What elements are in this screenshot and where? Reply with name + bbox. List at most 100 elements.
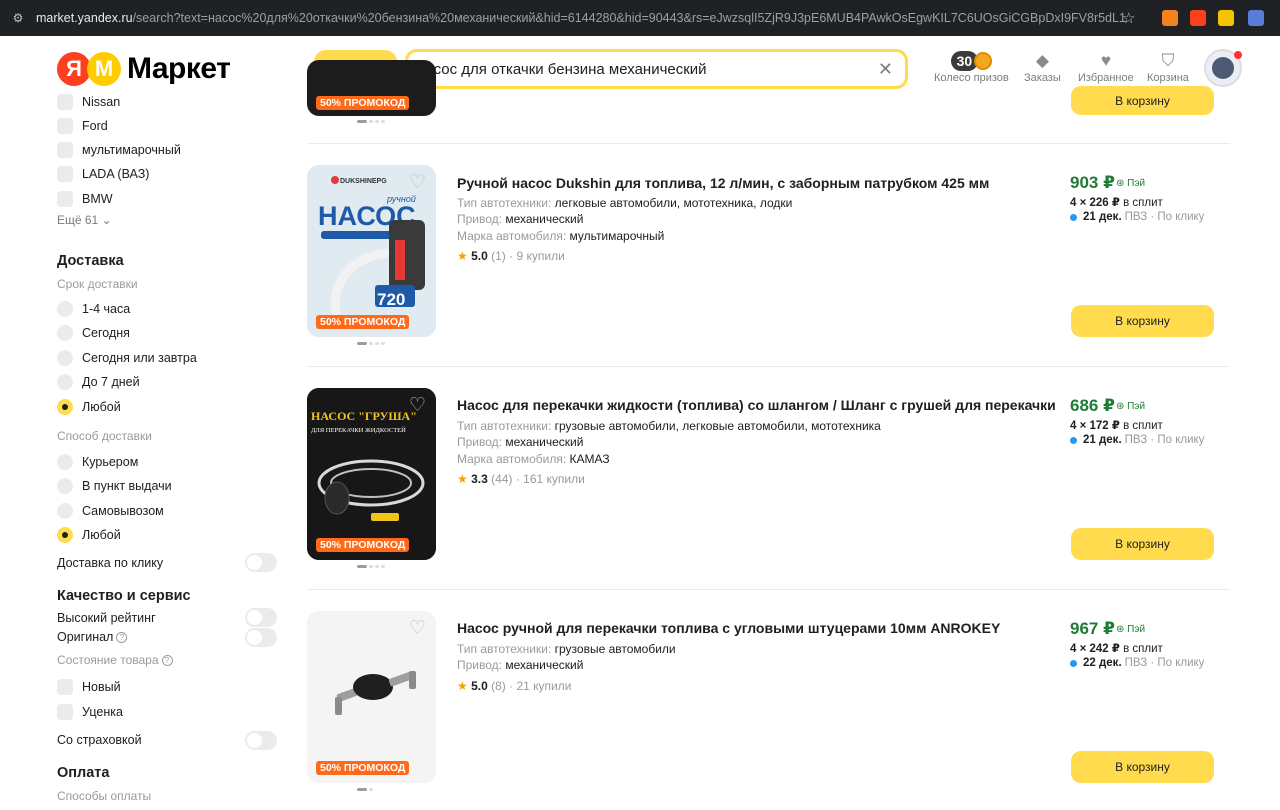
help-icon[interactable]: ? <box>161 655 173 667</box>
site-settings-icon[interactable]: ⚙ <box>10 10 26 26</box>
original-toggle[interactable] <box>245 628 277 647</box>
term-option[interactable]: Сегодня <box>57 325 130 341</box>
checkbox[interactable] <box>57 142 73 158</box>
product-attr: Тип автотехники: легковые автомобили, мо… <box>457 196 793 210</box>
condition-label: Состояние товара? <box>57 653 173 667</box>
filter-brand-ford[interactable]: Ford <box>57 118 108 134</box>
condition-new[interactable]: Новый <box>57 679 121 695</box>
term-option[interactable]: Сегодня или завтра <box>57 350 197 366</box>
split-info[interactable]: 4 × 172 ₽ в сплит <box>1070 418 1163 432</box>
radio-selected[interactable] <box>57 399 73 415</box>
product-attr: Привод: механический <box>457 435 584 449</box>
radio-selected[interactable] <box>57 527 73 543</box>
click-delivery-toggle[interactable] <box>245 553 277 572</box>
method-option[interactable]: В пункт выдачи <box>57 478 172 494</box>
radio[interactable] <box>57 503 73 519</box>
pay-icon: ⊛ <box>1116 624 1125 635</box>
product-rating[interactable]: ★ 3.3 (44) · 161 купили <box>457 472 585 486</box>
insurance-toggle[interactable] <box>245 731 277 750</box>
cart-link[interactable]: ⛉ Корзина <box>1147 50 1189 84</box>
radio[interactable] <box>57 478 73 494</box>
radio[interactable] <box>57 350 73 366</box>
yandex-extension-icon[interactable] <box>1190 10 1206 26</box>
delivery-dot-icon <box>1070 436 1077 444</box>
click-delivery-label: Доставка по клику <box>57 556 164 570</box>
method-option[interactable]: Курьером <box>57 454 138 470</box>
coin-icon <box>974 52 993 70</box>
condition-discount[interactable]: Уценка <box>57 704 123 720</box>
show-more-brands[interactable]: Ещё 61 ⌄ <box>57 213 112 227</box>
filter-brand-lada[interactable]: LADA (ВАЗ) <box>57 166 149 182</box>
bookmark-extension-icon[interactable] <box>1218 10 1234 26</box>
option-label: До 7 дней <box>82 375 140 389</box>
checkbox[interactable] <box>57 94 73 110</box>
search-input[interactable] <box>417 60 857 78</box>
prize-wheel-link[interactable]: 30 Колесо призов <box>934 50 1009 84</box>
market-logo[interactable]: Я M Маркет <box>57 52 231 86</box>
radio[interactable] <box>57 301 73 317</box>
product-attr: Марка автомобиля: мультимарочный <box>457 229 665 243</box>
product-rating[interactable]: ★ 5.0 (8) · 21 купили <box>457 679 571 693</box>
product-title[interactable]: Ручной насос Dukshin для топлива, 12 л/м… <box>457 175 989 191</box>
product-title[interactable]: Насос для перекачки жидкости (топлива) с… <box>457 397 1056 413</box>
option-label: Любой <box>82 528 121 542</box>
filter-label: Новый <box>82 680 121 694</box>
option-label: Самовывозом <box>82 504 164 518</box>
rss-extension-icon[interactable] <box>1162 10 1178 26</box>
split-info[interactable]: 4 × 226 ₽ в сплит <box>1070 195 1163 209</box>
payment-methods-label: Способы оплаты <box>57 789 152 803</box>
filter-brand-bmw[interactable]: BMW <box>57 191 113 207</box>
high-rating-label: Высокий рейтинг <box>57 611 156 625</box>
add-to-cart-button[interactable]: В корзину <box>1071 305 1214 337</box>
orders-link[interactable]: ◆ Заказы <box>1024 50 1061 84</box>
bookmark-star-icon[interactable]: ☆ <box>1122 9 1135 27</box>
checkbox[interactable] <box>57 704 73 720</box>
method-option[interactable]: Самовывозом <box>57 503 164 519</box>
term-option-selected[interactable]: Любой <box>57 399 121 415</box>
image-brand: DUKSHINEPG <box>340 178 387 185</box>
favorite-heart-icon[interactable]: ♡ <box>409 394 426 417</box>
add-to-cart-button[interactable]: В корзину <box>1071 86 1214 115</box>
url-host: market.yandex.ru <box>36 11 133 25</box>
clear-search-icon[interactable]: ✕ <box>878 59 893 80</box>
checkbox[interactable] <box>57 191 73 207</box>
favorites-label: Избранное <box>1078 72 1134 84</box>
radio[interactable] <box>57 374 73 390</box>
split-info[interactable]: 4 × 242 ₽ в сплит <box>1070 641 1163 655</box>
product-rating[interactable]: ★ 5.0 (1) · 9 купили <box>457 249 565 263</box>
favorite-heart-icon[interactable]: ♡ <box>409 617 426 640</box>
product-attr: Тип автотехники: грузовые автомобили, ле… <box>457 419 881 433</box>
url-path: /search?text=насос%20для%20откачки%20бен… <box>132 11 1126 25</box>
image-carousel-dots <box>357 120 385 123</box>
add-to-cart-button[interactable]: В корзину <box>1071 528 1214 560</box>
high-rating-toggle[interactable] <box>245 608 277 627</box>
filter-brand-nissan[interactable]: Nissan <box>57 94 120 110</box>
address-bar[interactable]: market.yandex.ru/search?text=насос%20для… <box>36 11 1126 25</box>
checkbox[interactable] <box>57 679 73 695</box>
add-to-cart-button[interactable]: В корзину <box>1071 751 1214 783</box>
profile-extension-icon[interactable] <box>1248 10 1264 26</box>
term-option[interactable]: 1-4 часа <box>57 301 130 317</box>
image-word: НАСОС "ГРУША" <box>311 409 417 423</box>
filter-label: мультимарочный <box>82 143 181 157</box>
term-option[interactable]: До 7 дней <box>57 374 140 390</box>
checkbox[interactable] <box>57 166 73 182</box>
favorite-heart-icon[interactable]: ♡ <box>409 171 426 194</box>
favorites-link[interactable]: ♥ Избранное <box>1078 50 1134 84</box>
promo-badge: 50% ПРОМОКОД <box>316 315 410 329</box>
product-price: 686 ₽ <box>1070 396 1115 415</box>
delivery-dot-icon <box>1070 659 1077 667</box>
insurance-label: Со страховкой <box>57 733 142 747</box>
product-title[interactable]: Насос ручной для перекачки топлива с угл… <box>457 620 1000 636</box>
pay-icon: ⊛ <box>1116 401 1125 412</box>
filter-brand-multi[interactable]: мультимарочный <box>57 142 181 158</box>
radio[interactable] <box>57 454 73 470</box>
delivery-dot-icon <box>1070 213 1077 221</box>
orders-box-icon: ◆ <box>1035 51 1049 70</box>
checkbox[interactable] <box>57 118 73 134</box>
option-label: Любой <box>82 400 121 414</box>
method-option-selected[interactable]: Любой <box>57 527 121 543</box>
help-icon[interactable]: ? <box>116 632 128 644</box>
radio[interactable] <box>57 325 73 341</box>
browser-toolbar: ⚙ market.yandex.ru/search?text=насос%20д… <box>0 0 1280 36</box>
